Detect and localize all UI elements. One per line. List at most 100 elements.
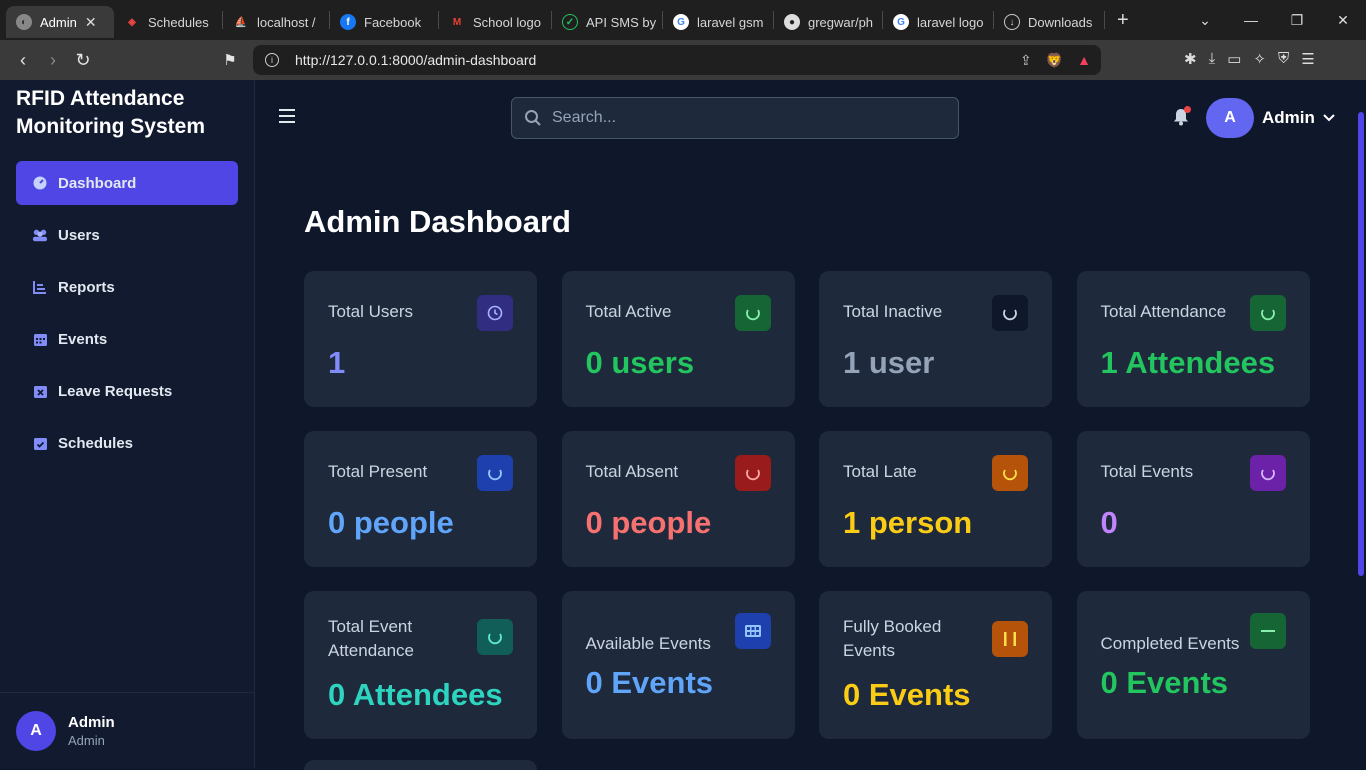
spinner-icon (477, 455, 513, 491)
gmail-icon: M (452, 16, 462, 28)
tab-label: laravel logo (917, 14, 984, 30)
wallet-icon[interactable]: ▭ (1227, 50, 1241, 68)
clock-icon (477, 295, 513, 331)
card-value: 0 (1100, 505, 1118, 540)
sidebar-item-label: Dashboard (58, 174, 137, 192)
browser-tab[interactable]: f Facebook (330, 6, 438, 38)
browser-tab[interactable]: ✓ API SMS by (552, 6, 662, 38)
new-tab-icon[interactable]: + (1105, 9, 1141, 32)
card-value: 1 user (843, 345, 935, 380)
user-role: Admin (68, 732, 105, 748)
browser-tab[interactable]: ◈ Schedules (114, 6, 222, 38)
extensions-icon[interactable]: ✱ (1184, 50, 1197, 68)
sidebar-user-profile[interactable]: A Admin Admin (0, 692, 255, 768)
brave-shield-icon[interactable]: 🦁 (1046, 52, 1063, 69)
scrollbar[interactable] (1358, 112, 1364, 576)
sidebar-item-events[interactable]: Events (16, 317, 238, 361)
minimize-icon[interactable]: — (1228, 12, 1274, 28)
browser-tab[interactable]: G laravel gsm (663, 6, 773, 38)
spinner-icon (1249, 295, 1286, 331)
close-icon[interactable]: ✕ (85, 14, 97, 31)
spinner-icon (734, 455, 771, 491)
card-value: 0 Attendees (328, 677, 503, 712)
tab-label: School logo (473, 14, 541, 30)
extension-icons: ✱ ⤓ ▭ ✧ ⛨ ☰ (1184, 50, 1315, 68)
browser-toolbar: ‹ › ↻ ⚑ i http://127.0.0.1:8000/admin-da… (0, 40, 1366, 80)
tab-label: gregwar/ph (808, 14, 874, 30)
page-title: Admin Dashboard (304, 204, 571, 239)
browser-tab[interactable]: G laravel logo (883, 6, 993, 38)
spinner-icon (992, 455, 1028, 491)
card-label: Completed Events (1100, 634, 1240, 653)
restore-icon[interactable]: ❐ (1274, 12, 1320, 29)
browser-tab[interactable]: M School logo (439, 6, 551, 38)
card-value: 0 Events (585, 665, 714, 700)
card-value: 0 people (585, 505, 712, 540)
avatar: A (16, 710, 56, 751)
hamburger-menu-icon[interactable] (279, 109, 295, 127)
minus-icon (1249, 613, 1286, 649)
sidebar-item-reports[interactable]: Reports (16, 265, 238, 309)
search-input[interactable] (552, 109, 932, 127)
sidebar-item-dashboard[interactable]: Dashboard (16, 161, 238, 205)
window-controls: ⌄ — ❐ ✕ (1182, 0, 1366, 40)
card-value: 1 (328, 345, 346, 380)
reload-icon[interactable]: ↻ (68, 50, 98, 71)
address-bar[interactable]: i http://127.0.0.1:8000/admin-dashboard … (253, 45, 1101, 75)
grid-icon (734, 613, 771, 649)
notification-bell-icon[interactable] (1173, 106, 1191, 131)
card-label: Fully Booked Events (843, 617, 942, 660)
stat-card-fully-booked-events: Fully Booked Events 0 Events (819, 591, 1052, 739)
card-label: Total Absent (585, 462, 679, 481)
bookmark-icon[interactable]: ⚑ (215, 51, 245, 69)
brave-rewards-icon[interactable]: ▲ (1077, 52, 1091, 69)
card-label: Total Present (328, 462, 428, 481)
top-bar: A Admin (255, 80, 1366, 156)
card-value: 0 Events (843, 677, 971, 712)
stat-card-total-event-attendance: Total Event Attendance 0 Attendees (304, 591, 537, 739)
back-icon[interactable]: ‹ (8, 50, 38, 71)
stat-card-total-attendance: Total Attendance 1 Attendees (1076, 271, 1310, 407)
stat-card-total-absent: Total Absent 0 people (561, 431, 795, 567)
stat-card-completed-events: Completed Events 0 Events (1076, 591, 1310, 739)
vpn-icon[interactable]: ⛨ (1278, 50, 1289, 68)
user-menu[interactable]: A Admin (1206, 98, 1335, 138)
tab-label: Downloads (1028, 14, 1093, 30)
browser-tab[interactable]: ◐ Admin ✕ (6, 6, 114, 38)
leo-icon[interactable]: ✧ (1253, 50, 1266, 68)
sidebar-item-users[interactable]: Users (16, 213, 238, 257)
card-label: Available Events (585, 634, 711, 653)
menu-icon[interactable]: ☰ (1301, 50, 1314, 68)
card-label: Total Late (843, 462, 917, 481)
window-close-icon[interactable]: ✕ (1320, 12, 1366, 29)
chevron-down-icon (1323, 111, 1335, 125)
brand-title: RFID Attendance Monitoring System (16, 87, 206, 138)
tab-label: API SMS by (586, 14, 657, 30)
forward-icon[interactable]: › (38, 50, 68, 71)
downloads-icon[interactable]: ⤓ (1209, 50, 1216, 68)
browser-tab[interactable]: ⛵ localhost / (223, 6, 329, 38)
share-icon[interactable]: ⇪ (1020, 52, 1032, 69)
browser-tab[interactable]: ↓ Downloads (994, 6, 1104, 38)
dashboard-icon (32, 175, 48, 191)
spinner-icon (1249, 455, 1286, 491)
tab-search-icon[interactable]: ⌄ (1182, 12, 1228, 29)
github-icon: ● (784, 14, 800, 30)
tab-label: localhost / (257, 14, 316, 30)
main-content: A Admin Admin Dashboard Total Users 1 To… (255, 80, 1366, 770)
url-text[interactable]: http://127.0.0.1:8000/admin-dashboard (295, 52, 536, 68)
users-icon (32, 227, 48, 243)
browser-tab[interactable]: ● gregwar/ph (774, 6, 882, 38)
google-icon: G (893, 14, 909, 30)
calendar-check-icon (32, 435, 48, 451)
sidebar: RFID Attendance Monitoring System Dashbo… (0, 80, 255, 768)
sidebar-item-schedules[interactable]: Schedules (16, 421, 238, 465)
google-icon: G (673, 14, 689, 30)
site-info-icon[interactable]: i (265, 53, 279, 67)
sidebar-item-label: Leave Requests (58, 382, 173, 400)
sidebar-item-leave-requests[interactable]: Leave Requests (16, 369, 238, 413)
stat-card-total-inactive: Total Inactive 1 user (819, 271, 1052, 407)
tab-label: laravel gsm (697, 14, 764, 30)
card-label: Total Users (328, 302, 414, 321)
calendar-icon (32, 331, 48, 347)
